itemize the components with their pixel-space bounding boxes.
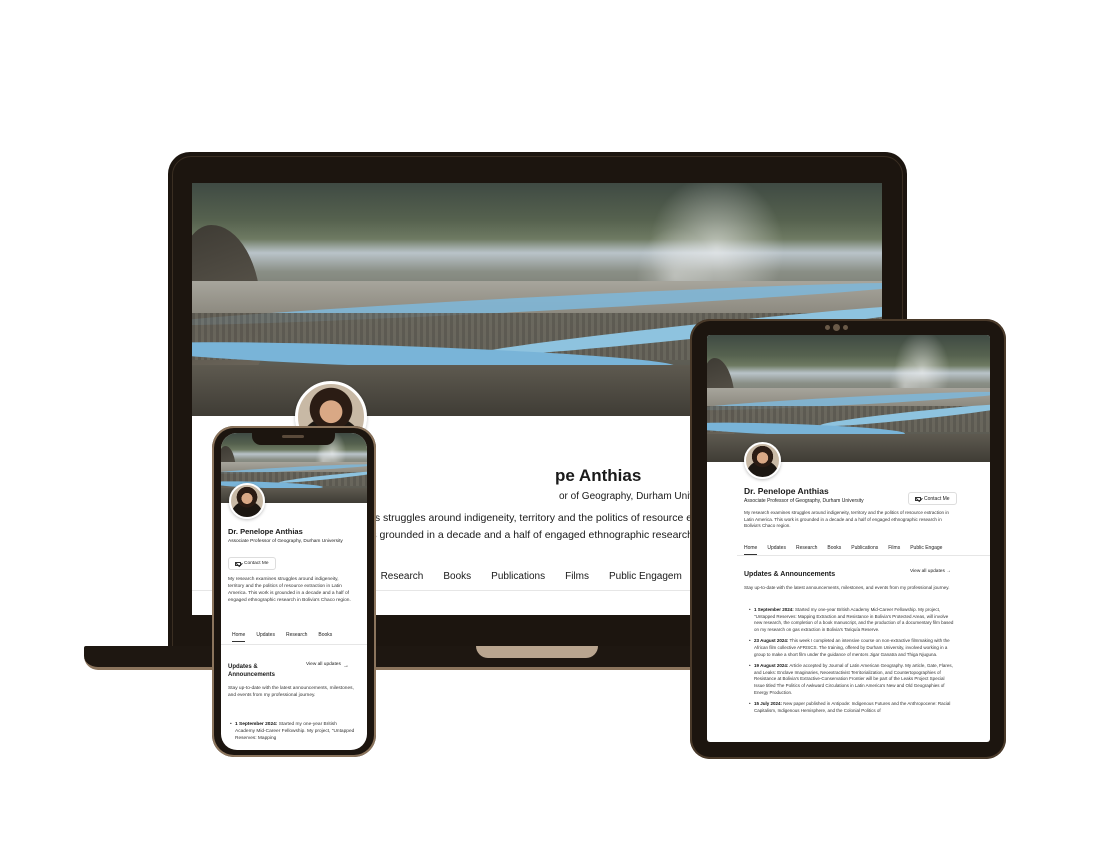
news-date: 1 September 2024: bbox=[754, 607, 794, 612]
tab-research[interactable]: Research bbox=[286, 632, 307, 642]
arrow-right-icon[interactable]: → bbox=[343, 663, 349, 669]
profile-bio: My research examines struggles around in… bbox=[744, 510, 949, 529]
contact-label: Contact Me bbox=[924, 495, 950, 502]
list-item: 1 September 2024: Started my one-year Br… bbox=[230, 721, 355, 742]
tab-books[interactable]: Books bbox=[433, 571, 481, 582]
profile-name: Dr. Penelope Anthias bbox=[228, 527, 303, 536]
list-item: 15 July 2024: New paper published in Ant… bbox=[749, 701, 955, 714]
section-intro: Stay up-to-date with the latest announce… bbox=[744, 585, 950, 590]
tab-public-engagement[interactable]: Public Engagem bbox=[599, 571, 692, 582]
laptop-notch bbox=[476, 646, 598, 658]
profile-title: Associate Professor of Geography, Durham… bbox=[228, 539, 343, 544]
news-list: 1 September 2024: Started my one-year Br… bbox=[749, 607, 955, 719]
avatar bbox=[229, 483, 265, 519]
news-date: 15 July 2024: bbox=[754, 701, 783, 707]
contact-label: Contact Me bbox=[244, 561, 269, 566]
section-title: Updates & Announcements bbox=[228, 664, 276, 678]
news-text: New paper published in Antipode: Indigen… bbox=[754, 701, 951, 713]
tab-films[interactable]: Films bbox=[888, 545, 900, 555]
contact-button[interactable]: Contact Me bbox=[228, 557, 276, 570]
tab-research[interactable]: Research bbox=[371, 571, 434, 582]
tab-publications[interactable]: Publications bbox=[851, 545, 878, 555]
news-date: 1 September 2024: bbox=[235, 722, 278, 727]
news-date: 23 August 2024: bbox=[754, 638, 789, 644]
tab-films[interactable]: Films bbox=[555, 571, 599, 582]
tab-updates[interactable]: Updates bbox=[256, 632, 275, 642]
speaker-icon bbox=[282, 435, 304, 438]
divider bbox=[737, 555, 990, 556]
list-item: 19 August 2024: Article accepted by Jour… bbox=[749, 663, 955, 696]
profile-title: Associate Professor of Geography, Durham… bbox=[744, 498, 864, 504]
news-date: 19 August 2024: bbox=[754, 663, 789, 669]
tab-books[interactable]: Books bbox=[827, 545, 841, 555]
view-all-link[interactable]: View all updates → bbox=[910, 569, 951, 574]
profile-name: Dr. Penelope Anthias bbox=[744, 486, 829, 496]
avatar bbox=[744, 442, 781, 479]
tab-research[interactable]: Research bbox=[796, 545, 817, 555]
section-title: Updates & Announcements bbox=[744, 571, 836, 578]
tab-home[interactable]: Home bbox=[232, 632, 246, 642]
news-list: 1 September 2024: Started my one-year Br… bbox=[230, 721, 355, 742]
tab-updates[interactable]: Updates bbox=[767, 545, 786, 555]
tab-bar: es Research Books Publications Films Pub… bbox=[340, 571, 692, 582]
mail-icon bbox=[915, 496, 921, 501]
hero-image bbox=[707, 335, 990, 462]
profile-name: pe Anthias bbox=[555, 466, 642, 485]
contact-button[interactable]: Contact Me bbox=[908, 492, 957, 505]
tab-bar: Home Updates Research Books bbox=[232, 632, 332, 642]
tab-public-engagement[interactable]: Public Engage bbox=[910, 545, 942, 555]
phone-screen: Dr. Penelope Anthias Associate Professor… bbox=[221, 433, 367, 750]
mail-icon bbox=[235, 561, 241, 566]
tab-publications[interactable]: Publications bbox=[481, 571, 555, 582]
camera-icon bbox=[825, 324, 848, 331]
list-item: 1 September 2024: Started my one-year Br… bbox=[749, 607, 955, 633]
tab-home[interactable]: Home bbox=[744, 545, 758, 555]
tab-books[interactable]: Books bbox=[318, 632, 332, 642]
section-intro: Stay up-to-date with the latest announce… bbox=[228, 686, 354, 699]
tab-bar: Home Updates Research Books Publications… bbox=[744, 545, 942, 555]
profile-bio: My research examines struggles around in… bbox=[228, 577, 351, 604]
list-item: 23 August 2024: This week I completed an… bbox=[749, 638, 955, 658]
tablet-screen: Dr. Penelope Anthias Associate Professor… bbox=[707, 335, 990, 742]
divider bbox=[221, 644, 367, 645]
